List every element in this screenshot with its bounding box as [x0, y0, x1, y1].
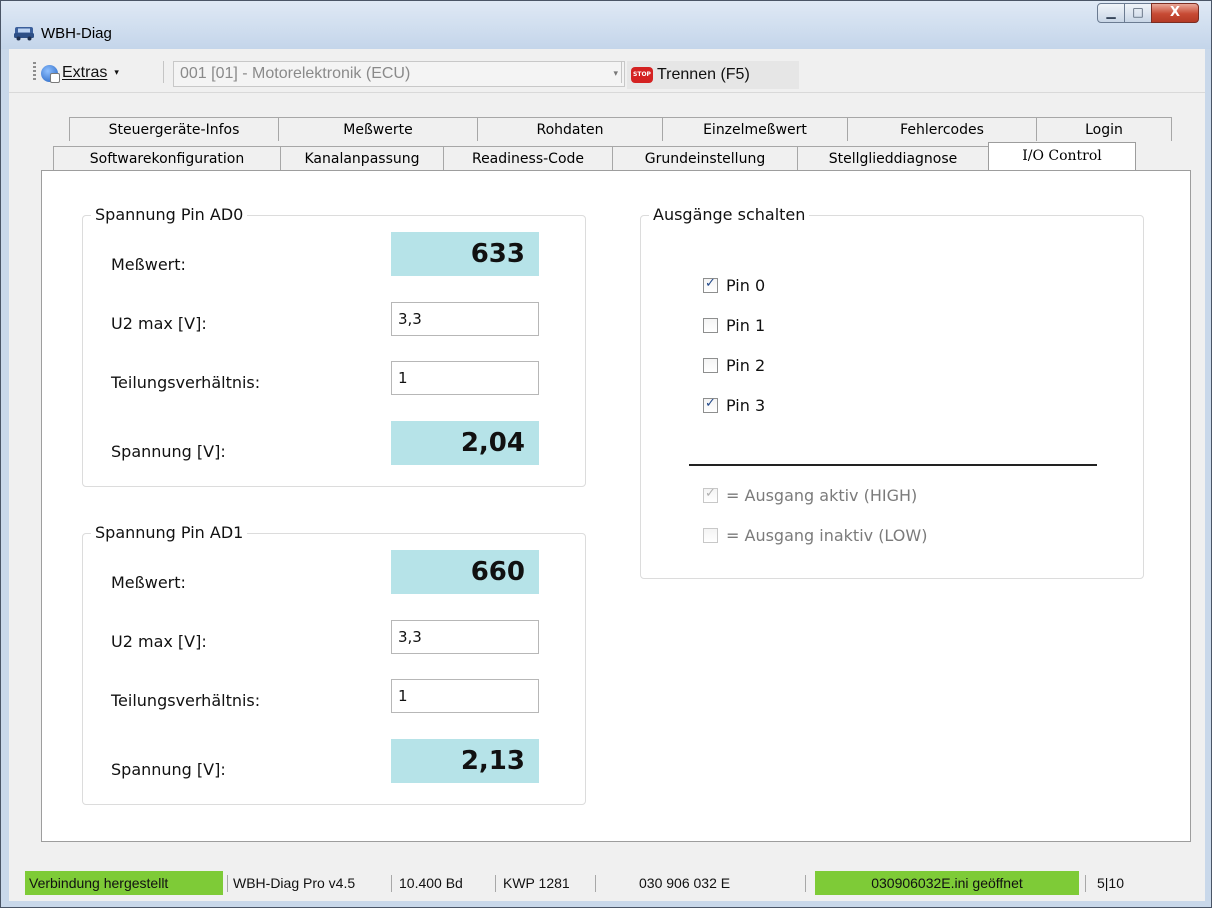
spannung-value: 2,13 — [391, 739, 539, 783]
toolbar-separator — [621, 61, 622, 83]
extras-menu-button[interactable]: Extras ▾ — [41, 63, 119, 83]
tab-kanalanpassung[interactable]: Kanalanpassung — [280, 146, 444, 170]
checkbox-box[interactable] — [703, 318, 718, 333]
status-bar: Verbindung hergestellt WBH-Diag Pro v4.5… — [9, 861, 1205, 901]
checkbox-label: Pin 2 — [726, 356, 766, 375]
u2max-label: U2 max [V]: — [111, 632, 207, 651]
pin-0-checkbox[interactable]: Pin 0 — [703, 276, 765, 295]
teilung-input[interactable] — [391, 679, 539, 713]
status-counter: 5|10 — [1097, 875, 1124, 891]
u2max-input[interactable] — [391, 620, 539, 654]
legend-active: = Ausgang aktiv (HIGH) — [703, 486, 917, 505]
messwert-label: Meßwert: — [111, 255, 186, 274]
status-separator — [227, 875, 228, 892]
legend-divider — [689, 464, 1097, 466]
client-area: Extras ▾ 001 [01] - Motorelektronik (ECU… — [9, 49, 1205, 901]
toolbar: Extras ▾ 001 [01] - Motorelektronik (ECU… — [9, 49, 1205, 93]
status-separator — [805, 875, 806, 892]
pin-1-checkbox[interactable]: Pin 1 — [703, 316, 765, 335]
checkbox-label: Pin 0 — [726, 276, 766, 295]
checkbox-box[interactable] — [703, 358, 718, 373]
status-ini-file: 030906032E.ini geöffnet — [815, 871, 1079, 895]
status-separator — [391, 875, 392, 892]
status-separator — [495, 875, 496, 892]
app-window: WBH-Diag ▁ □ X Extras ▾ 001 [01] - Motor… — [0, 0, 1212, 908]
disconnect-label: Trennen (F5) — [657, 66, 750, 83]
minimize-icon: ▁ — [1106, 5, 1116, 19]
close-icon: X — [1169, 5, 1181, 20]
legend-inactive: = Ausgang inaktiv (LOW) — [703, 526, 927, 545]
tab-readiness-code[interactable]: Readiness-Code — [443, 146, 613, 170]
window-title: WBH-Diag — [41, 25, 112, 42]
checkbox-checked-icon — [703, 486, 718, 503]
group-title: Spannung Pin AD1 — [91, 523, 248, 542]
group-outputs: Ausgänge schalten Pin 0 Pin 1 Pin 2 Pin … — [640, 205, 1144, 579]
checkbox-unchecked-icon — [703, 528, 718, 543]
tab-messwerte[interactable]: Meßwerte — [278, 117, 478, 141]
status-baud: 10.400 Bd — [399, 875, 463, 891]
toolbar-separator — [163, 61, 164, 83]
teilung-label: Teilungsverhältnis: — [111, 691, 261, 710]
spannung-label: Spannung [V]: — [111, 760, 226, 779]
tab-grundeinstellung[interactable]: Grundeinstellung — [612, 146, 798, 170]
messwert-label: Meßwert: — [111, 573, 186, 592]
checkbox-label: Pin 3 — [726, 396, 766, 415]
checkbox-box[interactable] — [703, 276, 718, 293]
spannung-value: 2,04 — [391, 421, 539, 465]
status-part-number: 030 906 032 E — [639, 875, 731, 891]
extras-label: Extras — [62, 64, 108, 81]
u2max-input[interactable] — [391, 302, 539, 336]
maximize-icon: □ — [1132, 5, 1144, 19]
teilung-label: Teilungsverhältnis: — [111, 373, 261, 392]
stop-icon: STOP — [631, 67, 653, 83]
tab-rohdaten[interactable]: Rohdaten — [477, 117, 663, 141]
tab-softwarekonfiguration[interactable]: Softwarekonfiguration — [53, 146, 281, 170]
tab-einzelmesswert[interactable]: Einzelmeßwert — [662, 117, 848, 141]
tab-row-upper: Steuergeräte-Infos Meßwerte Rohdaten Ein… — [69, 117, 1172, 141]
toolbar-grip[interactable] — [33, 62, 36, 80]
tab-login[interactable]: Login — [1036, 117, 1172, 141]
teilung-input[interactable] — [391, 361, 539, 395]
u2max-label: U2 max [V]: — [111, 314, 207, 333]
io-control-panel: Spannung Pin AD0 Meßwert: 633 U2 max [V]… — [41, 170, 1191, 842]
pin-2-checkbox[interactable]: Pin 2 — [703, 356, 765, 375]
car-icon — [14, 27, 34, 41]
title-bar[interactable]: WBH-Diag ▁ □ X — [1, 1, 1211, 49]
disconnect-button[interactable]: STOP Trennen (F5) — [627, 61, 799, 89]
status-connection: Verbindung hergestellt — [25, 871, 223, 895]
tab-io-control[interactable]: I/O Control — [988, 142, 1136, 170]
tab-row-lower: Softwarekonfiguration Kanalanpassung Rea… — [53, 142, 1136, 170]
status-separator — [1085, 875, 1086, 892]
group-title: Ausgänge schalten — [649, 205, 810, 224]
maximize-button[interactable]: □ — [1124, 3, 1152, 23]
close-button[interactable]: X — [1151, 3, 1199, 23]
group-title: Spannung Pin AD0 — [91, 205, 248, 224]
messwert-value: 660 — [391, 550, 539, 594]
tab-fehlercodes[interactable]: Fehlercodes — [847, 117, 1037, 141]
group-ad0: Spannung Pin AD0 Meßwert: 633 U2 max [V]… — [82, 205, 586, 487]
group-ad1: Spannung Pin AD1 Meßwert: 660 U2 max [V]… — [82, 523, 586, 805]
minimize-button[interactable]: ▁ — [1097, 3, 1125, 23]
ecu-select[interactable]: 001 [01] - Motorelektronik (ECU) ▾ — [173, 61, 625, 87]
checkbox-label: Pin 1 — [726, 316, 766, 335]
messwert-value: 633 — [391, 232, 539, 276]
shield-icon — [41, 64, 60, 83]
legend-active-label: = Ausgang aktiv (HIGH) — [726, 486, 918, 505]
status-protocol: KWP 1281 — [503, 875, 570, 891]
status-separator — [595, 875, 596, 892]
ecu-select-value: 001 [01] - Motorelektronik (ECU) — [180, 65, 411, 82]
chevron-down-icon: ▾ — [114, 68, 119, 78]
checkbox-box[interactable] — [703, 396, 718, 413]
chevron-down-icon: ▾ — [613, 69, 618, 79]
status-version: WBH-Diag Pro v4.5 — [233, 875, 356, 891]
pin-3-checkbox[interactable]: Pin 3 — [703, 396, 765, 415]
legend-inactive-label: = Ausgang inaktiv (LOW) — [726, 526, 928, 545]
tab-stellglieddiagnose[interactable]: Stellglieddiagnose — [797, 146, 989, 170]
tab-steuergeraete-infos[interactable]: Steuergeräte-Infos — [69, 117, 279, 141]
spannung-label: Spannung [V]: — [111, 442, 226, 461]
